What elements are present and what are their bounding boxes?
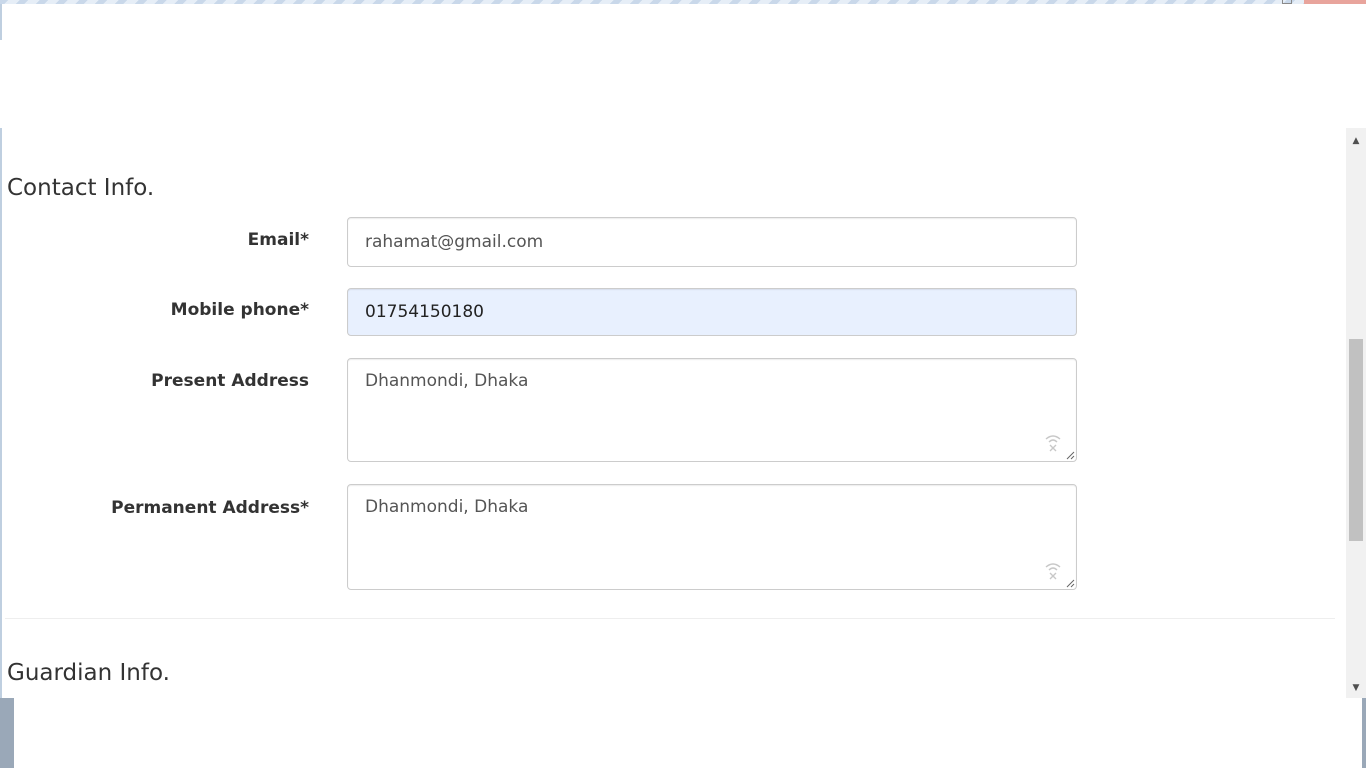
permanent-address-row: Permanent Address* Dhanmondi, Dhaka xyxy=(2,484,1102,590)
email-value: rahamat@gmail.com xyxy=(365,232,544,252)
page-header-area xyxy=(0,4,1366,128)
email-row: Email* rahamat@gmail.com xyxy=(2,217,1102,267)
resize-handle-icon[interactable] xyxy=(1065,450,1075,460)
present-address-row: Present Address Dhanmondi, Dhaka xyxy=(2,358,1102,462)
section-divider xyxy=(5,618,1335,619)
email-label: Email* xyxy=(247,230,309,250)
resize-handle-icon[interactable] xyxy=(1065,578,1075,588)
permanent-address-label: Permanent Address* xyxy=(111,498,309,518)
window-left-border xyxy=(0,4,2,40)
mobile-value: 01754150180 xyxy=(365,302,484,322)
form-content: Contact Info. Email* rahamat@gmail.com M… xyxy=(2,128,1345,698)
scroll-up-arrow-icon[interactable]: ▲ xyxy=(1346,134,1366,148)
wifi-x-icon[interactable] xyxy=(1044,561,1062,581)
contact-info-heading: Contact Info. xyxy=(7,175,155,201)
permanent-address-textarea[interactable]: Dhanmondi, Dhaka xyxy=(347,484,1077,590)
window-bottom-left-border xyxy=(0,698,14,768)
vertical-scrollbar[interactable]: ▲ ▼ xyxy=(1346,128,1366,698)
guardian-info-heading: Guardian Info. xyxy=(7,660,170,686)
page-footer-area xyxy=(14,698,1362,768)
permanent-address-value: Dhanmondi, Dhaka xyxy=(365,497,529,517)
scroll-down-arrow-icon[interactable]: ▼ xyxy=(1346,681,1366,695)
scrollbar-thumb[interactable] xyxy=(1349,339,1363,541)
mobile-row: Mobile phone* 01754150180 xyxy=(2,288,1102,336)
present-address-textarea[interactable]: Dhanmondi, Dhaka xyxy=(347,358,1077,462)
wifi-x-icon[interactable] xyxy=(1044,433,1062,453)
mobile-label: Mobile phone* xyxy=(170,300,309,320)
mobile-phone-input[interactable]: 01754150180 xyxy=(347,288,1077,336)
present-address-value: Dhanmondi, Dhaka xyxy=(365,371,529,391)
window-bottom-right-border xyxy=(1362,698,1366,768)
email-input[interactable]: rahamat@gmail.com xyxy=(347,217,1077,267)
present-address-label: Present Address xyxy=(151,371,309,391)
